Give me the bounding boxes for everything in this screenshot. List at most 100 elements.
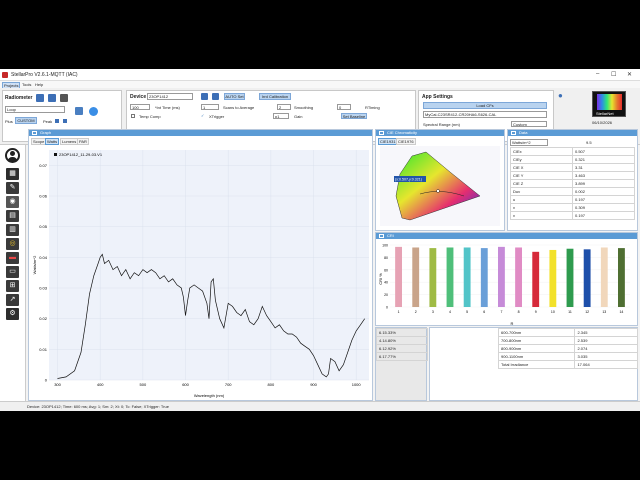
table-row: 900-1100nm 3.035 <box>497 352 638 361</box>
data-panel: Data Watts/m^2 CIEx 0.507 CIEy 0.321 CIE X 3.… <box>507 129 638 231</box>
cie-diagram[interactable]: (x:0.507,y:0.321) <box>380 146 500 226</box>
folder-icon[interactable] <box>48 94 56 102</box>
data-value: 0.197 <box>572 195 635 204</box>
tab-cie1976[interactable]: CIE1976 <box>396 138 416 145</box>
mode-select[interactable]: Loop <box>5 106 65 113</box>
temp-comp-checkbox[interactable] <box>131 114 135 118</box>
peak-right-icon[interactable] <box>63 119 67 123</box>
spectrum-chart[interactable]: 0 0.01 0.02 0.03 0.04 0.05 0.06 0.07 300 400 500 6… <box>29 145 374 402</box>
light-icon[interactable]: ▬ <box>6 252 19 264</box>
x-tick-label: 400 <box>97 382 104 387</box>
bars-view-icon[interactable]: ▥ <box>6 224 19 236</box>
spectral-range-select[interactable]: Custom <box>511 121 547 127</box>
calibration-select[interactable]: MyCal-C23SR412-CR20HA6-S626-CAL <box>423 111 547 118</box>
load-cfs-button[interactable]: Load CFs <box>423 102 547 109</box>
spectrum-view-icon[interactable]: ▦ <box>6 168 19 180</box>
analysis-icon[interactable]: ▭ <box>6 266 19 278</box>
peak-label: Peak <box>43 119 53 124</box>
data-value: 0.002 <box>572 187 635 196</box>
y-tick-label: 0.04 <box>39 255 48 260</box>
tab-watts[interactable]: Watts <box>45 138 60 145</box>
x-tick-label: 1000 <box>352 382 362 387</box>
data-value: 0.309 <box>572 203 635 212</box>
data-value: 3.463 <box>572 171 635 180</box>
bulb-icon[interactable]: ● <box>558 91 563 100</box>
save-icon[interactable] <box>36 94 44 102</box>
minimize-icon[interactable]: – <box>596 71 599 77</box>
scans-field[interactable]: 1 <box>201 104 219 110</box>
sun-icon[interactable]: ◎ <box>6 238 19 250</box>
irrd-calibration-button[interactable]: Irrd Calibration <box>259 93 291 100</box>
smoothing-field[interactable]: 2 <box>277 104 291 110</box>
plot-area <box>49 150 369 380</box>
user-icon[interactable] <box>5 148 20 163</box>
data-value: 3.899 <box>572 179 635 188</box>
x-tick-label: 700 <box>225 382 232 387</box>
table-row: CIEy 0.321 <box>510 155 635 164</box>
refresh-icon[interactable] <box>212 93 219 100</box>
color-wheel-icon[interactable]: ◉ <box>6 196 19 208</box>
table-row: v 0.197 <box>510 211 635 220</box>
cie-point-marker <box>436 189 440 193</box>
print-icon[interactable] <box>60 94 68 102</box>
unit-select[interactable]: Watts/m^2 <box>510 139 548 146</box>
data-value: 3.31 <box>572 163 635 172</box>
y-tick-label: 0.01 <box>39 347 48 352</box>
y-tick-label: 0.07 <box>39 163 48 168</box>
cie-view-icon[interactable]: ▤ <box>6 210 19 222</box>
cri-y-tick: 20 <box>384 293 388 297</box>
chart-view-icon[interactable]: ✎ <box>6 182 19 194</box>
cri-bar <box>429 248 437 307</box>
cri-bar <box>395 246 402 307</box>
irradiance-value: 17.064 <box>574 360 638 369</box>
measure-icon[interactable]: ⊞ <box>6 280 19 292</box>
tab-cie1931[interactable]: CIE1931 <box>378 138 398 145</box>
cri-y-tick: 40 <box>384 281 388 285</box>
x-tick-label: 800 <box>268 382 275 387</box>
maximize-icon[interactable]: ☐ <box>611 71 616 78</box>
link-icon[interactable] <box>201 93 208 100</box>
cri-bar <box>549 249 557 307</box>
settings-icon[interactable] <box>89 107 98 116</box>
app-settings-label: App Settings <box>422 94 453 100</box>
custom-button[interactable]: CUSTOM <box>15 117 37 124</box>
sidebar: ▦ ✎ ◉ ▤ ▥ ◎ ▬ ▭ ⊞ ↗ ⚙ <box>0 145 26 401</box>
bottom-left-table: 6.15.33% 4.14.80% 6.12.92% 6.17.77% <box>376 328 428 361</box>
cie-panel: CIE Chromaticity CIE1931 CIE1976 (x:0.50… <box>375 129 505 231</box>
peak-left-icon[interactable] <box>55 119 59 123</box>
capture-icon[interactable] <box>75 107 83 115</box>
plot-icon[interactable]: ↗ <box>6 294 19 306</box>
cri-y-tick: 60 <box>384 268 388 272</box>
x-axis-label: Wavelength (nm) <box>194 393 225 398</box>
close-icon[interactable]: ✕ <box>627 71 632 78</box>
auto-set-button[interactable]: AUTO Set <box>224 93 245 100</box>
data-label: Duv <box>510 187 573 196</box>
int-time-field[interactable]: 100 <box>130 104 150 110</box>
tab-par[interactable]: PAR <box>77 138 89 145</box>
graph-title: Graph <box>40 130 52 135</box>
int-time-label: *Int Time (ms) <box>155 105 180 110</box>
cri-bar-label: 8 <box>518 310 520 314</box>
gain-select[interactable]: p1 <box>273 113 289 119</box>
menu-help[interactable]: Help <box>34 82 44 87</box>
cri-bar <box>583 249 591 307</box>
cri-bar-label: 12 <box>585 310 589 314</box>
cri-y-tick: 100 <box>382 244 388 248</box>
data-value: 0.197 <box>572 211 635 220</box>
cri-chart[interactable]: 020406080100 1 2 3 4 5 6 7 8 9 10 11 12 13 14 CRI % R <box>376 239 639 327</box>
set-baseline-button[interactable]: Set Baseline <box>341 113 367 119</box>
cri-panel: CRI 0 20 40 60 80 100 1 2 3 4 5 6 7 8 9 10 11 12 13 14 CRI… <box>375 232 638 326</box>
rtiming-field[interactable]: 0 <box>337 104 351 110</box>
data-label: CIEx <box>510 147 573 156</box>
table-row: 800-900nm 2.074 <box>497 344 638 353</box>
menu-bar: Projects Tools Help <box>0 81 640 89</box>
table-row: CIE X 3.31 <box>510 163 635 172</box>
cri-bar <box>600 247 608 307</box>
menu-tools[interactable]: Tools <box>21 82 32 87</box>
scans-label: Scans to Average <box>223 105 255 110</box>
gear-icon[interactable]: ⚙ <box>6 308 19 320</box>
device-select[interactable]: 23OP1412 <box>147 93 193 100</box>
rtiming-label: RTiming <box>365 105 380 110</box>
tab-lumens[interactable]: Lumens <box>60 138 79 145</box>
xtrigger-label: XTrigger <box>209 114 225 119</box>
